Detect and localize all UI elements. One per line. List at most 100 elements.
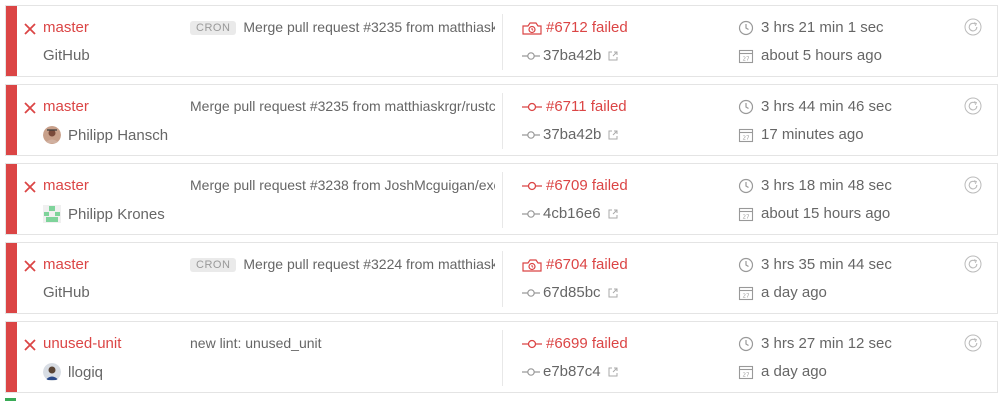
commit-sha-text: 37ba42b <box>543 126 602 143</box>
finished-at: a day ago <box>761 284 827 301</box>
commit-author: Philipp Krones <box>43 205 165 223</box>
commit-sha[interactable]: 37ba42b <box>543 126 618 143</box>
commit-sha[interactable]: e7b87c4 <box>543 363 618 380</box>
failed-status-bar <box>6 164 17 234</box>
clock-icon <box>738 257 754 273</box>
commit-sha-text: 37ba42b <box>543 47 602 64</box>
cron-badge: CRON <box>190 258 237 272</box>
build-number-link[interactable]: #6699 failed <box>546 335 628 352</box>
finished-at: 17 minutes ago <box>761 126 864 143</box>
commit-sha-text: 4cb16e6 <box>543 205 601 222</box>
build-number-link[interactable]: #6711 failed <box>546 98 627 115</box>
photo-avatar <box>43 363 61 381</box>
build-duration: 3 hrs 21 min 1 sec <box>761 19 884 36</box>
commit-sha[interactable]: 37ba42b <box>543 47 618 64</box>
failed-status-bar <box>6 322 17 392</box>
commit-message[interactable]: CRON Merge pull request #3235 from matthi… <box>190 19 495 39</box>
branch-link[interactable]: master <box>43 19 89 36</box>
restart-build-icon[interactable] <box>964 334 982 352</box>
author-name: GitHub <box>43 47 90 64</box>
commit-icon <box>522 368 540 376</box>
branch-link[interactable]: master <box>43 98 89 115</box>
external-link-icon[interactable] <box>608 367 618 377</box>
failed-status-bar <box>6 6 17 76</box>
commit-message[interactable]: CRON Merge pull request #3224 from matthi… <box>190 256 495 276</box>
build-row[interactable]: master Philipp Krones Merge pull request… <box>5 163 998 235</box>
commit-sha[interactable]: 4cb16e6 <box>543 205 618 222</box>
build-duration: 3 hrs 18 min 48 sec <box>761 177 892 194</box>
author-name: GitHub <box>43 284 90 301</box>
commit-message-text: Merge pull request #3238 from JoshMcguig… <box>190 177 495 193</box>
photo-avatar <box>43 126 61 144</box>
push-failed-icon <box>522 181 542 191</box>
calendar-icon: 27 <box>738 286 754 301</box>
svg-text:27: 27 <box>743 136 750 142</box>
restart-build-icon[interactable] <box>964 18 982 36</box>
clock-icon <box>738 336 754 352</box>
failed-x-icon <box>24 23 36 35</box>
column-divider <box>502 330 503 386</box>
commit-icon <box>522 289 540 297</box>
failed-x-icon <box>24 181 36 193</box>
column-divider <box>502 251 503 307</box>
svg-text:27: 27 <box>743 294 750 300</box>
failed-status-bar <box>6 243 17 313</box>
finished-at: about 5 hours ago <box>761 47 882 64</box>
commit-sha-text: e7b87c4 <box>543 363 601 380</box>
commit-sha-text: 67d85bc <box>543 284 601 301</box>
commit-icon <box>522 52 540 60</box>
branch-link[interactable]: master <box>43 256 89 273</box>
clock-icon <box>738 20 754 36</box>
commit-message-text: new lint: unused_unit <box>190 335 322 351</box>
build-duration: 3 hrs 44 min 46 sec <box>761 98 892 115</box>
build-row[interactable]: unused-unit llogiq new lint: unused_unit… <box>5 321 998 393</box>
author-name: llogiq <box>68 363 104 381</box>
author-name: Philipp Hansch <box>68 126 169 144</box>
commit-message-text: Merge pull request #3235 from matthiaskr… <box>190 98 495 114</box>
commit-icon <box>522 131 540 139</box>
calendar-icon: 27 <box>738 49 754 64</box>
clock-icon <box>738 178 754 194</box>
branch-link[interactable]: master <box>43 177 89 194</box>
restart-build-icon[interactable] <box>964 97 982 115</box>
build-number-link[interactable]: #6704 failed <box>546 256 628 273</box>
column-divider <box>502 172 503 228</box>
column-divider <box>502 14 503 70</box>
commit-author: llogiq <box>43 363 103 381</box>
svg-text:27: 27 <box>743 373 750 379</box>
commit-message[interactable]: Merge pull request #3238 from JoshMcguig… <box>190 177 495 197</box>
external-link-icon[interactable] <box>608 288 618 298</box>
commit-author: Philipp Hansch <box>43 126 168 144</box>
cron-failed-icon <box>522 22 542 35</box>
column-divider <box>502 93 503 149</box>
push-failed-icon <box>522 102 542 112</box>
commit-message[interactable]: new lint: unused_unit <box>190 335 495 355</box>
commit-message[interactable]: Merge pull request #3235 from matthiaskr… <box>190 98 495 118</box>
commit-author: GitHub <box>43 284 90 301</box>
restart-build-icon[interactable] <box>964 176 982 194</box>
commit-message-text: Merge pull request #3235 from matthiaskr… <box>243 19 495 35</box>
commit-sha[interactable]: 67d85bc <box>543 284 618 301</box>
build-number-link[interactable]: #6709 failed <box>546 177 628 194</box>
commit-author: GitHub <box>43 47 90 64</box>
build-row[interactable]: master GitHub CRON Merge pull request #32… <box>5 242 998 314</box>
failed-status-bar <box>6 85 17 155</box>
finished-at: about 15 hours ago <box>761 205 891 222</box>
external-link-icon[interactable] <box>608 51 618 61</box>
calendar-icon: 27 <box>738 128 754 143</box>
calendar-icon: 27 <box>738 207 754 222</box>
restart-build-icon[interactable] <box>964 255 982 273</box>
commit-message-text: Merge pull request #3224 from matthiaskr… <box>243 256 495 272</box>
external-link-icon[interactable] <box>608 209 618 219</box>
build-duration: 3 hrs 27 min 12 sec <box>761 335 892 352</box>
calendar-icon: 27 <box>738 365 754 380</box>
svg-text:27: 27 <box>743 57 750 63</box>
build-number-link[interactable]: #6712 failed <box>546 19 628 36</box>
failed-x-icon <box>24 102 36 114</box>
build-row[interactable]: master GitHub CRON Merge pull request #32… <box>5 5 998 77</box>
identicon-avatar <box>43 205 61 223</box>
build-row[interactable]: master Philipp Hansch Merge pull request… <box>5 84 998 156</box>
finished-at: a day ago <box>761 363 827 380</box>
external-link-icon[interactable] <box>608 130 618 140</box>
branch-link[interactable]: unused-unit <box>43 335 121 352</box>
